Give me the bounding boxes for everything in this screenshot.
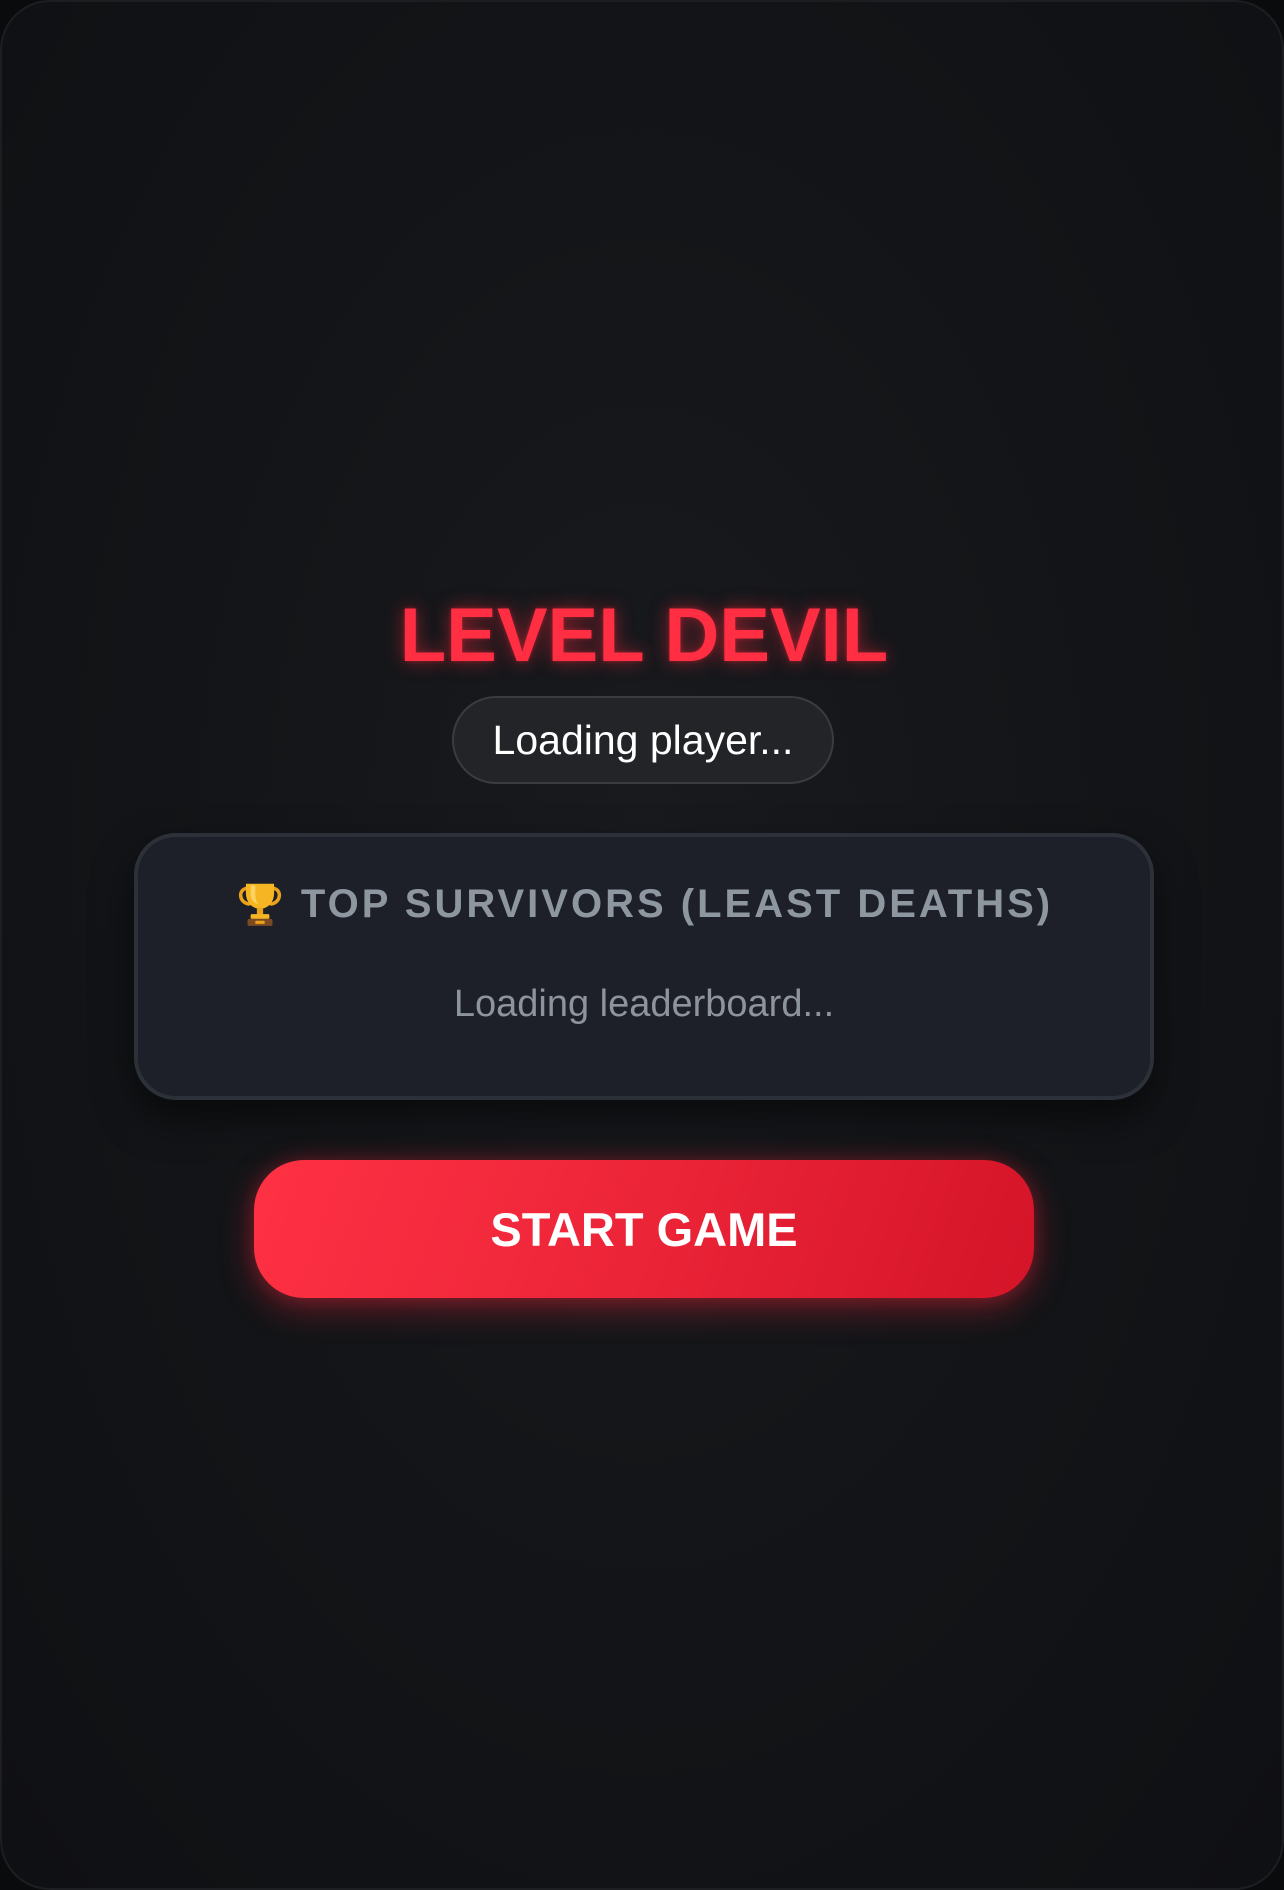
leaderboard-header: TOP SURVIVORS (LEAST DEATHS) xyxy=(138,879,1150,929)
leaderboard-loading-text: Loading leaderboard... xyxy=(453,983,835,1025)
leaderboard-panel: TOP SURVIVORS (LEAST DEATHS) Loading lea… xyxy=(134,833,1154,1100)
start-game-button[interactable]: START GAME xyxy=(254,1160,1034,1298)
player-status-text: Loading player... xyxy=(492,716,794,763)
game-screen: LEVEL DEVIL Loading player... TOP SURVIV… xyxy=(0,0,1284,1890)
trophy-icon xyxy=(238,883,281,926)
leaderboard-title: TOP SURVIVORS (LEAST DEATHS) xyxy=(300,881,1054,926)
game-title: LEVEL DEVIL xyxy=(399,593,889,678)
player-status-badge: Loading player... xyxy=(452,696,834,784)
